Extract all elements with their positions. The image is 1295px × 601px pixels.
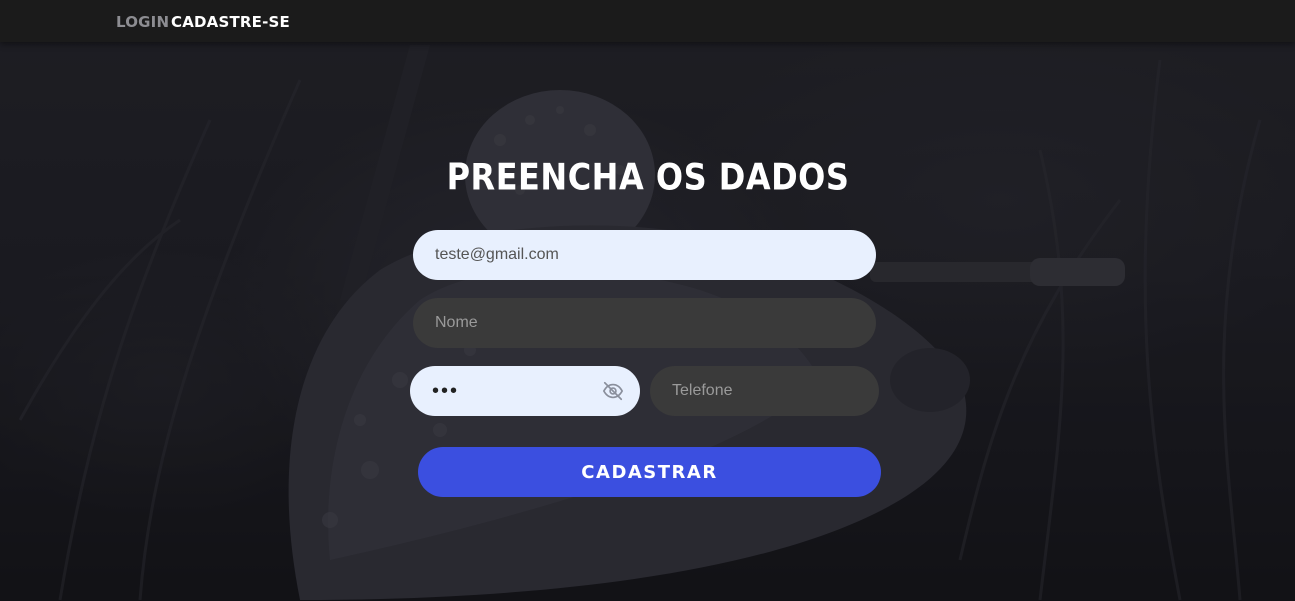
email-input[interactable] bbox=[433, 245, 856, 265]
nome-input[interactable] bbox=[433, 313, 856, 333]
form-title: PREENCHA OS DADOS bbox=[446, 155, 850, 199]
telefone-input[interactable] bbox=[670, 381, 859, 401]
telefone-field[interactable] bbox=[650, 366, 879, 416]
cadastrar-button[interactable]: CADASTRAR bbox=[418, 447, 881, 497]
register-page: LOGIN CADASTRE-SE PREENCHA OS DADOS CADA… bbox=[0, 0, 1295, 601]
email-field[interactable] bbox=[413, 230, 876, 280]
nav-cadastre-link[interactable]: CADASTRE-SE bbox=[171, 13, 290, 31]
senha-field[interactable] bbox=[410, 366, 640, 416]
nav-login-link[interactable]: LOGIN bbox=[116, 13, 169, 31]
eye-slash-icon[interactable] bbox=[602, 380, 624, 402]
nome-field[interactable] bbox=[413, 298, 876, 348]
top-navbar: LOGIN CADASTRE-SE bbox=[0, 0, 1295, 42]
senha-input[interactable] bbox=[430, 378, 602, 404]
